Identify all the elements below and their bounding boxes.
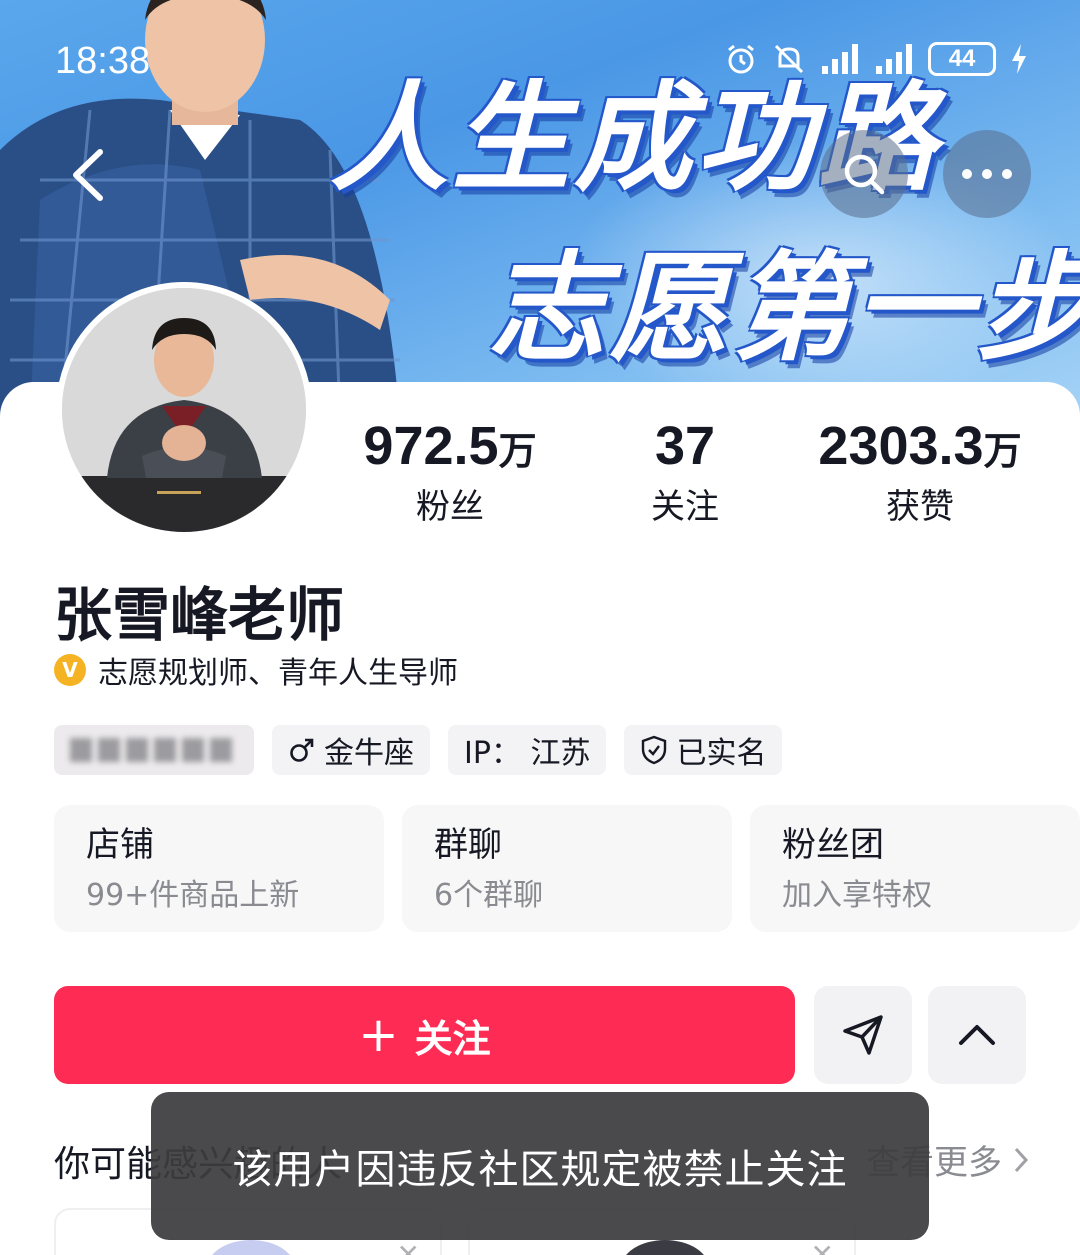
stat-likes[interactable]: 2303.3万 获赞 [800, 415, 1040, 529]
feature-fan-club[interactable]: 粉丝团 加入享特权 [750, 805, 1080, 932]
feature-fan-club-subtitle: 加入享特权 [782, 878, 932, 913]
feature-group-chat[interactable]: 群聊 6个群聊 [402, 805, 732, 932]
tag-zodiac: 金牛座 [272, 725, 430, 775]
follow-button[interactable]: + 关注 [54, 986, 795, 1084]
tag-ip-text: IP： 江苏 [464, 736, 591, 771]
verification-info: V 志愿规划师、青年人生导师 [54, 648, 458, 692]
battery-icon: 44 [928, 42, 996, 76]
feature-shop[interactable]: 店铺 99+件商品上新 [54, 805, 384, 932]
banner-slogan-line2: 志愿第一步 [488, 239, 1080, 377]
dismiss-icon[interactable]: ✕ [397, 1238, 420, 1255]
more-icon [962, 169, 1012, 179]
share-button[interactable] [814, 986, 912, 1084]
chevron-up-icon [959, 1025, 995, 1045]
mute-icon [774, 44, 804, 74]
feature-shop-subtitle: 99+件商品上新 [86, 878, 300, 913]
search-button[interactable] [820, 130, 908, 218]
plus-icon: + [358, 1007, 399, 1063]
feature-group-chat-subtitle: 6个群聊 [434, 878, 544, 913]
tag-realname-text: 已实名 [676, 736, 767, 771]
more-button[interactable] [943, 130, 1031, 218]
dismiss-icon[interactable]: ✕ [811, 1238, 834, 1255]
tag-ip: IP： 江苏 [448, 725, 607, 775]
avatar[interactable] [56, 282, 312, 538]
stat-following[interactable]: 37 关注 [565, 415, 805, 529]
chevron-right-icon [1014, 1147, 1029, 1172]
stat-followers-count: 972.5万 [363, 416, 537, 476]
status-icons: 44 [724, 42, 1028, 76]
stat-followers-label: 粉丝 [416, 487, 484, 527]
feature-shop-title: 店铺 [86, 825, 154, 865]
signal-icon [822, 44, 858, 74]
toast-message: 该用户因违反社区规定被禁止关注 [151, 1092, 929, 1240]
feature-entries: 店铺 99+件商品上新 群聊 6个群聊 粉丝团 加入享特权 [54, 805, 1080, 932]
avatar-photo [62, 288, 306, 532]
alarm-icon [728, 44, 754, 74]
search-icon [844, 154, 885, 195]
charging-icon [1012, 44, 1026, 74]
male-icon [290, 738, 314, 762]
feature-fan-club-title: 粉丝团 [782, 825, 884, 865]
stat-following-label: 关注 [651, 487, 719, 527]
back-button[interactable] [60, 140, 120, 210]
signal-icon [876, 44, 912, 74]
status-time: 18:38 [55, 40, 151, 82]
follow-button-label: 关注 [414, 1016, 491, 1061]
verification-text: 志愿规划师、青年人生导师 [98, 656, 458, 691]
feature-group-chat-title: 群聊 [434, 825, 502, 865]
shield-check-icon [642, 735, 667, 765]
verified-badge-icon: V [54, 654, 86, 686]
username: 张雪峰老师 [54, 581, 345, 649]
collapse-button[interactable] [928, 986, 1026, 1084]
chevron-left-icon [73, 149, 103, 201]
tag-realname[interactable]: 已实名 [624, 725, 783, 775]
stat-likes-count: 2303.3万 [818, 416, 1022, 476]
redacted-content [70, 738, 232, 762]
profile-stats: 972.5万 粉丝 37 关注 2303.3万 获赞 [330, 415, 1080, 527]
send-icon [843, 1015, 883, 1055]
stat-likes-label: 获赞 [886, 487, 954, 527]
tag-redacted [54, 725, 254, 775]
profile-tags: 金牛座 IP： 江苏 已实名 [54, 725, 783, 775]
stat-followers[interactable]: 972.5万 粉丝 [330, 415, 570, 529]
tag-zodiac-text: 金牛座 [324, 736, 414, 771]
stat-following-count: 37 [654, 416, 716, 476]
suggestion-avatar [620, 1240, 710, 1255]
suggestion-avatar [206, 1240, 296, 1255]
